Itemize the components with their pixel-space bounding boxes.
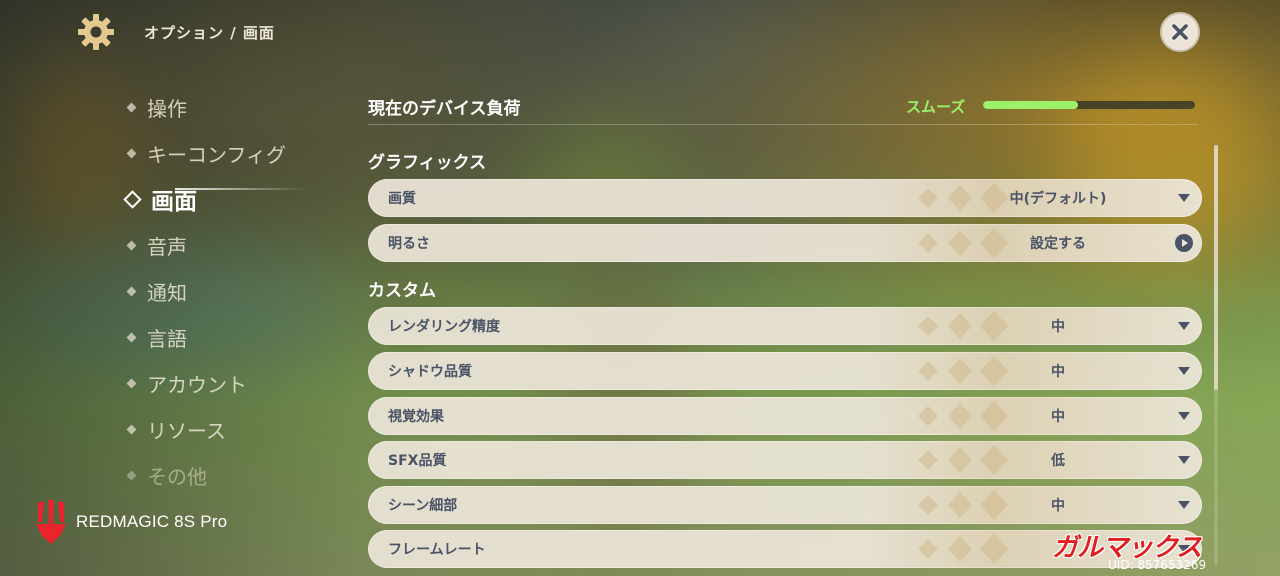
sidebar-item-keyconfig[interactable]: キーコンフィグ xyxy=(124,130,374,176)
section-title-custom: カスタム xyxy=(368,281,436,301)
sidebar-item-account[interactable]: アカウント xyxy=(124,360,374,406)
setting-label: レンダリング精度 xyxy=(388,319,500,335)
dropdown-arrow-icon xyxy=(1178,367,1190,375)
setting-row-scene-detail[interactable]: シーン細部 中 xyxy=(368,486,1202,524)
setting-row-sfx-quality[interactable]: SFX品質 低 xyxy=(368,441,1202,479)
sidebar-item-display[interactable]: 画面 xyxy=(123,176,374,222)
sidebar-item-notifications[interactable]: 通知 xyxy=(124,268,374,314)
setting-row-shadow-quality[interactable]: シャドウ品質 中 xyxy=(368,352,1202,390)
setting-value: 中 xyxy=(1051,498,1065,514)
sidebar-item-label: キーコンフィグ xyxy=(147,142,286,167)
selection-sparkle xyxy=(175,188,305,190)
setting-label: 画質 xyxy=(388,191,416,207)
setting-value: 低 xyxy=(1051,453,1065,469)
device-load-fill xyxy=(983,101,1079,109)
bullet-icon xyxy=(126,102,137,112)
sidebar-item-label: 言語 xyxy=(147,326,187,351)
dropdown-arrow-icon xyxy=(1178,456,1190,464)
bullet-icon xyxy=(126,286,137,296)
setting-label: SFX品質 xyxy=(388,453,447,469)
sidebar-item-label: 通知 xyxy=(147,280,187,305)
sidebar-item-label: リソース xyxy=(147,418,226,443)
sidebar-item-label: その他 xyxy=(147,464,207,489)
setting-row-quality[interactable]: 画質 中(デフォルト) xyxy=(368,179,1202,217)
dropdown-arrow-icon xyxy=(1178,322,1190,330)
setting-label: シャドウ品質 xyxy=(388,364,472,380)
device-brand-overlay: REDMAGIC 8S Pro xyxy=(34,500,227,544)
selected-diamond-icon xyxy=(123,189,142,209)
brand-text: REDMAGIC 8S Pro xyxy=(76,512,228,531)
redmagic-logo-icon xyxy=(36,500,66,544)
header: オプション / 画面 xyxy=(76,12,275,52)
bullet-icon xyxy=(126,240,137,250)
sidebar-item-audio[interactable]: 音声 xyxy=(124,222,374,268)
bullet-icon xyxy=(126,332,137,342)
setting-label: 明るさ xyxy=(388,236,430,252)
sidebar-item-label: 操作 xyxy=(147,96,187,121)
sidebar-item-other[interactable]: その他 xyxy=(124,452,374,498)
divider xyxy=(368,124,1198,125)
close-button[interactable] xyxy=(1160,12,1200,52)
section-title-graphics: グラフィックス xyxy=(368,153,487,173)
setting-value: 中 xyxy=(1051,364,1065,380)
dropdown-arrow-icon xyxy=(1178,412,1190,420)
uid-label: UID: 857653269 xyxy=(1108,558,1207,572)
setting-row-brightness[interactable]: 明るさ 設定する xyxy=(368,224,1202,262)
device-load-status: スムーズ xyxy=(906,97,966,116)
breadcrumb: オプション / 画面 xyxy=(144,23,275,42)
setting-value: 中 xyxy=(1051,319,1065,335)
sidebar-item-label: 音声 xyxy=(147,234,187,259)
setting-label: フレームレート xyxy=(388,542,486,558)
setting-value: 中(デフォルト) xyxy=(1009,191,1107,207)
play-arrow-icon xyxy=(1175,234,1193,252)
bullet-icon xyxy=(126,378,137,388)
diamond-decoration-icon xyxy=(918,534,1008,564)
bullet-icon xyxy=(126,424,137,434)
dropdown-arrow-icon xyxy=(1178,194,1190,202)
setting-label: シーン細部 xyxy=(388,498,458,514)
sidebar-item-controls[interactable]: 操作 xyxy=(124,84,374,130)
sidebar-item-language[interactable]: 言語 xyxy=(124,314,374,360)
device-load-row: 現在のデバイス負荷 スムーズ xyxy=(368,88,1198,124)
device-load-label: 現在のデバイス負荷 xyxy=(368,98,521,119)
setting-value: 設定する xyxy=(1030,236,1086,252)
bullet-icon xyxy=(126,470,137,480)
bullet-icon xyxy=(126,148,137,158)
gear-icon xyxy=(78,14,114,50)
device-load-bar xyxy=(983,101,1195,109)
setting-value: 中 xyxy=(1051,409,1065,425)
scrollbar-thumb[interactable] xyxy=(1214,145,1218,390)
setting-row-visual-effects[interactable]: 視覚効果 中 xyxy=(368,397,1202,435)
setting-row-render-resolution[interactable]: レンダリング精度 中 xyxy=(368,307,1202,345)
setting-label: 視覚効果 xyxy=(388,409,444,425)
close-icon xyxy=(1172,24,1188,40)
dropdown-arrow-icon xyxy=(1178,501,1190,509)
sidebar-item-label: アカウント xyxy=(147,372,247,397)
sidebar-item-resources[interactable]: リソース xyxy=(124,406,374,452)
sidebar-nav: 操作 キーコンフィグ 画面 音声 通知 言語 アカウント リソース その他 xyxy=(123,84,374,498)
